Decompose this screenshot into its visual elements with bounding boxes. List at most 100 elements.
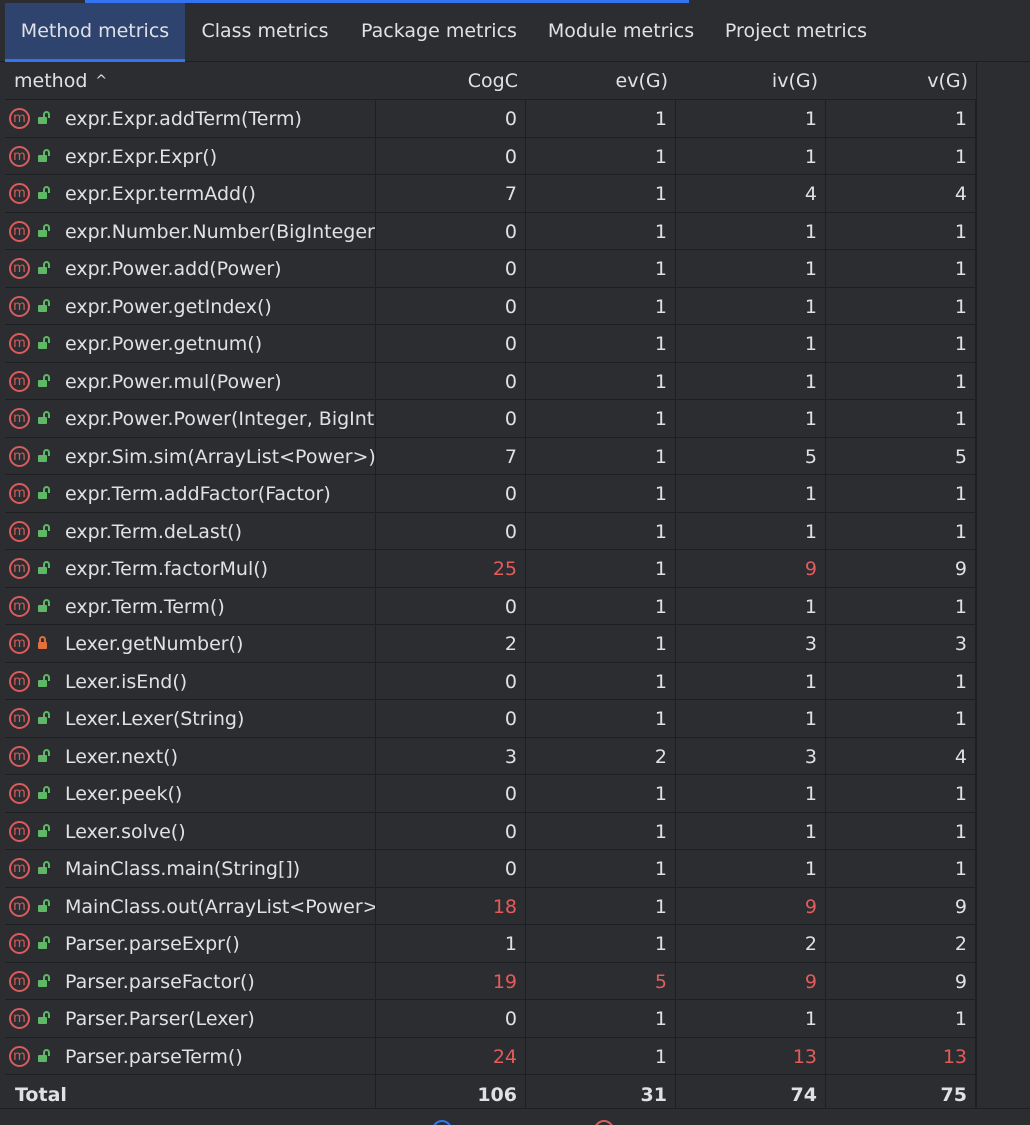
method-name: expr.Number.Number(BigInteger)	[65, 220, 376, 243]
table-row[interactable]: m expr.Sim.sim(ArrayList<Power>) 7 1 5 5	[5, 437, 976, 475]
cogc-cell: 0	[376, 137, 526, 175]
table-row[interactable]: m Parser.parseExpr() 1 1 2 2	[5, 925, 976, 963]
status-strip	[0, 1108, 1030, 1125]
ev-cell: 1	[526, 700, 676, 738]
ev-cell: 1	[526, 850, 676, 888]
method-name: expr.Term.deLast()	[65, 520, 243, 543]
table-row[interactable]: m expr.Power.mul(Power) 0 1 1 1	[5, 362, 976, 400]
table-row[interactable]: m expr.Expr.termAdd() 7 1 4 4	[5, 175, 976, 213]
column-header-ev[interactable]: ev(G)	[526, 63, 676, 100]
public-lock-icon	[37, 223, 50, 238]
table-row[interactable]: m Lexer.Lexer(String) 0 1 1 1	[5, 700, 976, 738]
table-row[interactable]: m Lexer.next() 3 2 3 4	[5, 737, 976, 775]
table-row[interactable]: m expr.Power.getIndex() 0 1 1 1	[5, 287, 976, 325]
tab-package-metrics[interactable]: Package metrics	[346, 3, 532, 62]
ev-cell: 1	[526, 212, 676, 250]
method-name: expr.Power.mul(Power)	[65, 370, 282, 393]
v-cell: 1	[826, 137, 976, 175]
cogc-cell: 19	[376, 962, 526, 1000]
method-name-cell: m Lexer.isEnd()	[5, 662, 376, 700]
iv-cell: 5	[676, 437, 826, 475]
tab-class-metrics[interactable]: Class metrics	[186, 3, 344, 62]
table-row[interactable]: m expr.Expr.Expr() 0 1 1 1	[5, 137, 976, 175]
method-name-cell: m expr.Number.Number(BigInteger)	[5, 212, 376, 250]
iv-cell: 13	[676, 1037, 826, 1075]
v-cell: 1	[826, 287, 976, 325]
method-name: expr.Term.factorMul()	[65, 558, 269, 580]
method-name: Lexer.next()	[65, 745, 178, 768]
iv-cell: 1	[676, 850, 826, 888]
v-cell: 1	[826, 400, 976, 438]
table-row[interactable]: m expr.Term.Term() 0 1 1 1	[5, 587, 976, 625]
method-name: expr.Expr.addTerm(Term)	[65, 108, 302, 130]
table-row[interactable]: m Lexer.solve() 0 1 1 1	[5, 812, 976, 850]
iv-cell: 9	[676, 550, 826, 588]
table-row[interactable]: m expr.Power.add(Power) 0 1 1 1	[5, 250, 976, 288]
table-row[interactable]: m Lexer.getNumber() 2 1 3 3	[5, 625, 976, 663]
public-lock-icon	[37, 148, 50, 163]
method-name: expr.Expr.termAdd()	[65, 183, 256, 205]
method-name: Lexer.peek()	[65, 783, 183, 805]
public-lock-icon	[37, 598, 50, 613]
method-icon: m	[9, 145, 30, 167]
method-icon: m	[9, 708, 30, 729]
table-row[interactable]: m expr.Term.addFactor(Factor) 0 1 1 1	[5, 475, 976, 513]
method-icon: m	[9, 1008, 30, 1029]
cogc-cell: 0	[376, 250, 526, 288]
table-row[interactable]: m Parser.parseFactor() 19 5 9 9	[5, 962, 976, 1000]
v-cell: 1	[826, 362, 976, 400]
method-name-cell: m Lexer.getNumber()	[5, 625, 376, 663]
ev-cell: 1	[526, 775, 676, 813]
cogc-cell: 1	[376, 925, 526, 963]
table-row[interactable]: mexpr.Power.Power(Integer, BigInteger)01…	[5, 400, 976, 438]
v-cell: 5	[826, 437, 976, 475]
public-lock-icon	[37, 448, 50, 463]
ev-cell: 1	[526, 625, 676, 663]
tab-project-metrics[interactable]: Project metrics	[710, 3, 882, 62]
method-icon	[594, 1120, 614, 1125]
public-lock-icon	[37, 973, 50, 988]
cogc-cell: 0	[376, 287, 526, 325]
v-cell: 3	[826, 625, 976, 663]
table-row[interactable]: m expr.Number.Number(BigInteger) 0 1 1 1	[5, 212, 976, 250]
ev-cell: 1	[526, 250, 676, 288]
column-header-v[interactable]: v(G)	[826, 63, 976, 100]
public-lock-icon	[37, 111, 50, 125]
table-row[interactable]: m expr.Power.getnum() 0 1 1 1	[5, 325, 976, 363]
table-row[interactable]: m MainClass.main(String[]) 0 1 1 1	[5, 850, 976, 888]
v-cell: 2	[826, 925, 976, 963]
table-row[interactable]: m expr.Term.factorMul() 25 1 9 9	[5, 550, 976, 588]
table-row[interactable]: m MainClass.out(ArrayList<Power>) 18 1 9 9	[5, 887, 976, 925]
public-lock-icon	[37, 748, 50, 763]
tab-method-metrics[interactable]: Method metrics	[5, 3, 185, 62]
method-name: MainClass.out(ArrayList<Power>)	[65, 895, 376, 918]
public-lock-icon	[37, 936, 50, 950]
table-row[interactable]: m Lexer.isEnd() 0 1 1 1	[5, 662, 976, 700]
table-row[interactable]: m Parser.parseTerm() 24 1 13 13	[5, 1037, 976, 1075]
public-lock-icon	[37, 861, 50, 875]
iv-cell: 3	[676, 737, 826, 775]
iv-cell: 1	[676, 325, 826, 363]
table-row[interactable]: m expr.Term.deLast() 0 1 1 1	[5, 512, 976, 550]
total-cogc: 106	[376, 1075, 526, 1112]
ev-cell: 1	[526, 400, 676, 438]
table-row[interactable]: m Parser.Parser(Lexer) 0 1 1 1	[5, 1000, 976, 1038]
v-cell: 1	[826, 812, 976, 850]
column-header-cogc[interactable]: CogC	[376, 63, 526, 100]
tab-module-metrics[interactable]: Module metrics	[534, 3, 708, 62]
method-name: Lexer.isEnd()	[65, 670, 188, 693]
ev-cell: 1	[526, 325, 676, 363]
column-header-iv[interactable]: iv(G)	[676, 63, 826, 100]
ev-cell: 1	[526, 1037, 676, 1075]
iv-cell: 1	[676, 587, 826, 625]
table-row[interactable]: m Lexer.peek() 0 1 1 1	[5, 775, 976, 813]
table-row[interactable]: m expr.Expr.addTerm(Term) 0 1 1 1	[5, 100, 976, 138]
method-name: expr.Power.Power(Integer, BigInteger)	[65, 408, 375, 430]
column-header-method[interactable]: method ^	[5, 63, 376, 100]
method-name-cell: m expr.Term.Term()	[5, 587, 376, 625]
v-cell: 9	[826, 962, 976, 1000]
method-icon: m	[9, 820, 30, 842]
method-name: expr.Expr.Expr()	[65, 145, 218, 168]
v-cell: 13	[826, 1037, 976, 1075]
ev-cell: 1	[526, 287, 676, 325]
